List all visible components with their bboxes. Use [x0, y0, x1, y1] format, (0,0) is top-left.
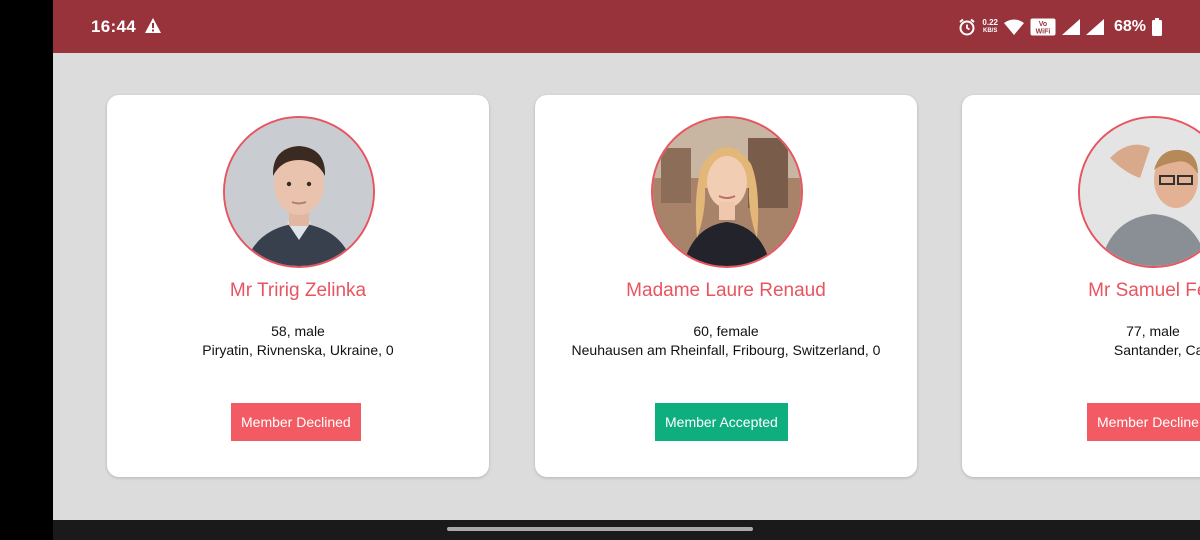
app-screen: 16:44 0.22 KB/S Vo WiFi 68% Mr Tririg Ze…: [53, 0, 1200, 540]
status-time: 16:44: [91, 17, 136, 36]
member-carousel[interactable]: Mr Tririg Zelinka 58, male Piryatin, Riv…: [53, 53, 1200, 520]
member-details: 77, male Santander, Cantabria,: [962, 322, 1200, 360]
member-card[interactable]: Mr Samuel Fer 77, male Santander, Cantab…: [962, 95, 1200, 477]
member-details: 60, female Neuhausen am Rheinfall, Fribo…: [535, 322, 917, 360]
signal-icon-1: [1061, 19, 1080, 35]
member-age-gender: 77, male: [1126, 323, 1180, 339]
network-speed: 0.22 KB/S: [982, 19, 998, 35]
svg-text:WiFi: WiFi: [1036, 29, 1051, 36]
member-name: Madame Laure Renaud: [626, 280, 826, 301]
member-age-gender: 60, female: [693, 323, 759, 339]
member-location: Santander, Cantabria,: [1113, 342, 1200, 358]
signal-icon-2: [1085, 19, 1104, 35]
network-speed-unit: KB/S: [983, 28, 998, 34]
status-bar: 16:44 0.22 KB/S Vo WiFi 68%: [53, 0, 1200, 53]
navigation-bar: [53, 520, 1200, 540]
member-avatar: [1078, 116, 1200, 268]
member-location: Piryatin, Rivnenska, Ukraine, 0: [202, 342, 394, 358]
device-bezel: [0, 0, 53, 540]
member-age-gender: 58, male: [271, 323, 325, 339]
warning-icon: [144, 17, 162, 34]
member-avatar: [223, 116, 375, 268]
member-card[interactable]: Mr Tririg Zelinka 58, male Piryatin, Riv…: [107, 95, 489, 477]
member-name: Mr Samuel Fer: [1088, 280, 1200, 301]
member-avatar: [651, 116, 803, 268]
network-speed-value: 0.22: [982, 18, 998, 27]
battery-icon: [1152, 18, 1162, 36]
alarm-icon: [958, 18, 976, 36]
member-declined-button[interactable]: Member Declined: [231, 403, 361, 441]
member-location: Neuhausen am Rheinfall, Fribourg, Switze…: [571, 342, 881, 358]
wifi-icon: [1003, 19, 1024, 35]
vowifi-icon: Vo WiFi: [1030, 18, 1056, 36]
member-card[interactable]: Madame Laure Renaud 60, female Neuhausen…: [535, 95, 917, 477]
member-declined-button[interactable]: Member Decline: [1087, 403, 1200, 441]
member-accepted-button[interactable]: Member Accepted: [655, 403, 788, 441]
status-icons: 0.22 KB/S Vo WiFi 68%: [958, 14, 1162, 40]
member-details: 58, male Piryatin, Rivnenska, Ukraine, 0: [107, 322, 489, 360]
svg-text:Vo: Vo: [1039, 21, 1047, 28]
member-name: Mr Tririg Zelinka: [229, 280, 367, 301]
battery-percent: 68%: [1113, 18, 1146, 35]
home-gesture-handle[interactable]: [447, 527, 753, 531]
